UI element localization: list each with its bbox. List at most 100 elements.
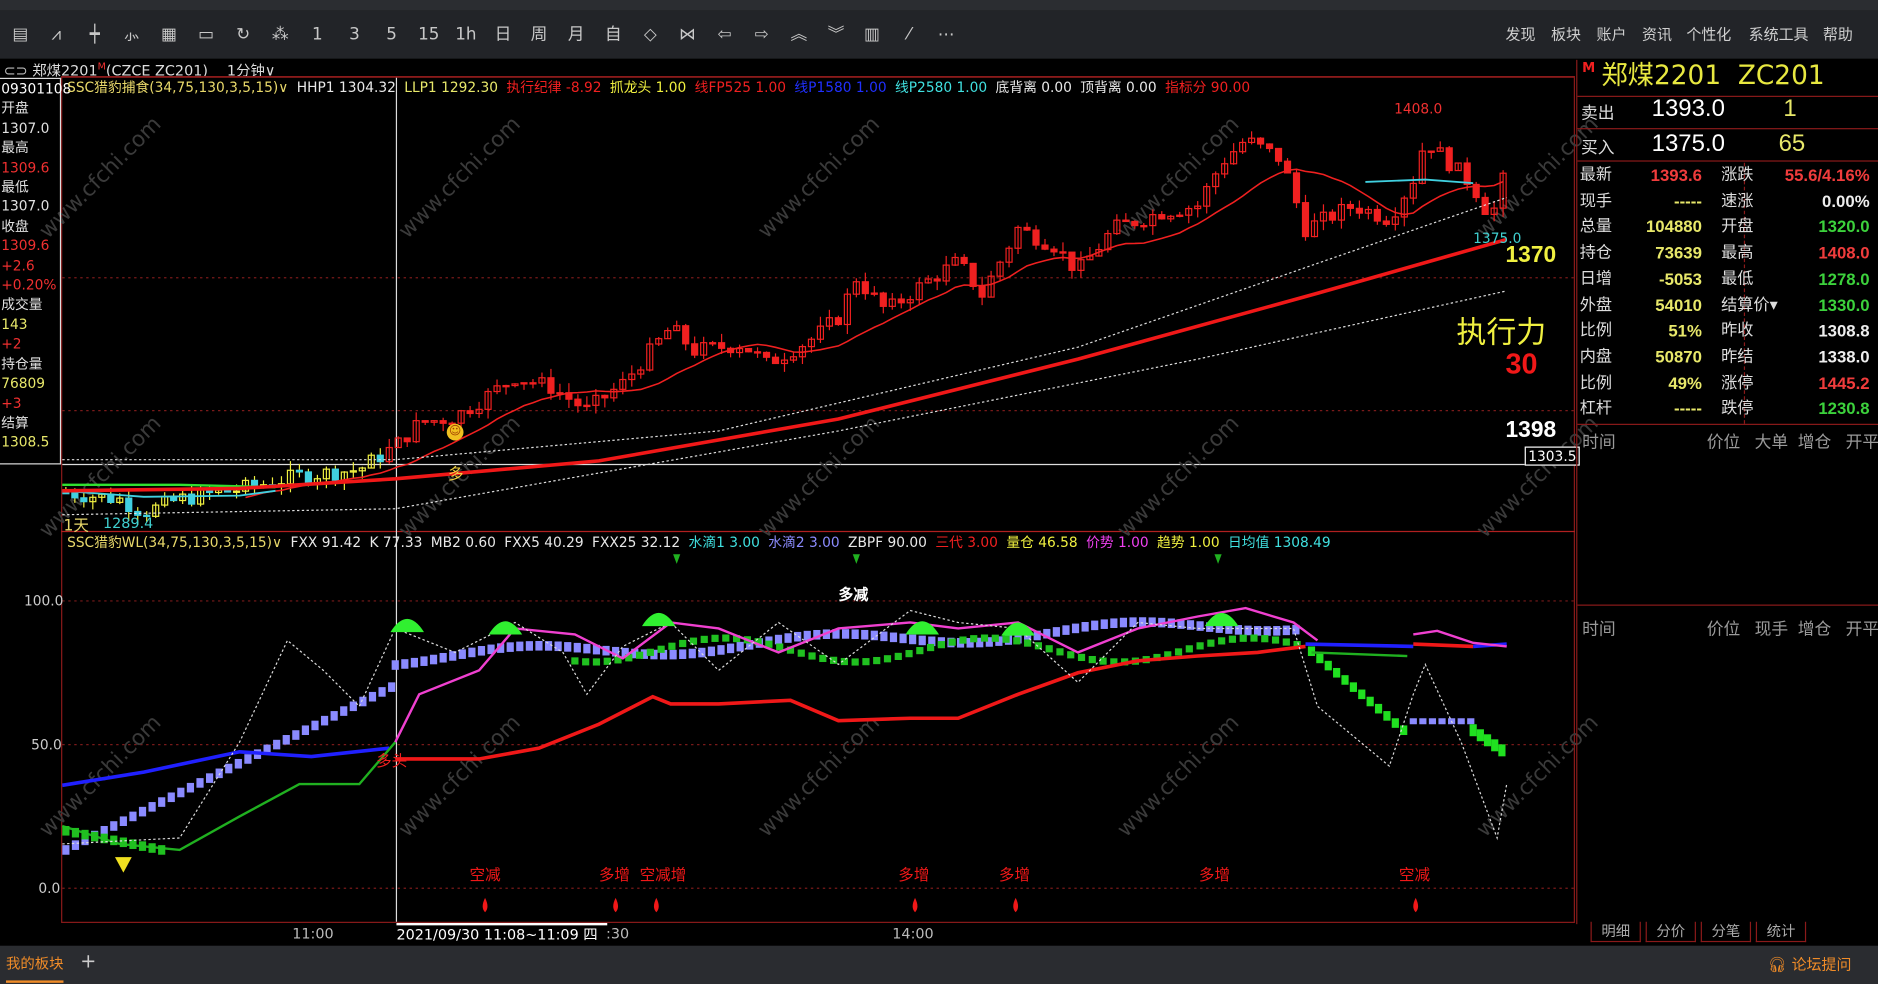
ladder-bar — [71, 840, 80, 850]
cursor-info-line: 09301108 — [1, 80, 72, 97]
candle — [691, 343, 699, 356]
ladder-bar — [458, 649, 466, 659]
green-bar — [635, 651, 644, 659]
tab-2[interactable]: 分笔 — [1700, 921, 1752, 943]
candle — [1346, 203, 1354, 209]
signal-label: 多增 — [998, 866, 1031, 885]
ladder-bar — [707, 646, 716, 657]
bottom-bar: 我的板块 + 🎧︎ 论坛提问 — [0, 945, 1878, 984]
ladder-bar — [774, 634, 783, 645]
quote-row-value: 73639 — [1655, 243, 1702, 263]
list-header-4[interactable]: 开平 — [1846, 617, 1878, 641]
quote-row-label: 涨跌 — [1721, 165, 1754, 185]
ladder-bar — [698, 647, 706, 658]
ladder-bar — [1100, 619, 1108, 629]
quote-row: 现手 ----- 速涨 0.00% — [1580, 189, 1877, 215]
list-header-2[interactable]: 现手 — [1755, 617, 1789, 641]
list-header-1[interactable]: 价位 — [1707, 430, 1741, 454]
green-bar — [1498, 744, 1506, 757]
signal-label: 多增 — [1198, 866, 1231, 885]
candle — [601, 394, 609, 399]
ladder-bar — [244, 754, 252, 764]
quote-row-value: ----- — [1674, 191, 1702, 211]
green-bar — [1341, 675, 1349, 685]
green-bar — [937, 641, 945, 649]
y-tick-0: 0.0 — [38, 879, 61, 897]
green-bar — [110, 835, 118, 846]
green-bar — [1316, 653, 1324, 664]
candle — [834, 317, 842, 326]
quote-row-label[interactable]: 结算价▾ — [1721, 293, 1778, 319]
ladder-bar — [1196, 621, 1204, 631]
tab-0[interactable]: 明细 — [1590, 921, 1641, 943]
watermark: www.cfchi.com — [753, 112, 885, 244]
list-header-3[interactable]: 增仓 — [1798, 430, 1832, 454]
quote-row-value: 1338.0 — [1818, 347, 1870, 367]
main_indicator-value: 线P2580 1.00 — [894, 79, 988, 96]
tab-3[interactable]: 统计 — [1755, 921, 1807, 943]
green-drop-icon — [673, 554, 681, 564]
cursor-info-line: 1309.6 — [1, 237, 50, 255]
quote-row: 外盘 54010 结算价▾ 1330.0 — [1580, 293, 1877, 319]
main_indicator-value: 指标分 90.00 — [1165, 79, 1251, 96]
green-bar — [1099, 657, 1107, 665]
cursor-info-line: +2 — [1, 335, 22, 353]
green-bar — [62, 825, 70, 836]
tab-1[interactable]: 分价 — [1645, 921, 1696, 943]
forum-button[interactable]: 🎧︎ 论坛提问 — [1768, 952, 1852, 975]
green-bar — [1366, 696, 1374, 707]
candle — [1059, 251, 1067, 254]
green-bar — [862, 658, 870, 666]
my-sector-tab[interactable]: 我的板块 — [5, 953, 64, 983]
green-bar — [1483, 734, 1492, 747]
day-value: 1289.4 — [103, 514, 154, 532]
green-bar — [81, 829, 89, 840]
candle — [1023, 226, 1031, 231]
quote-row-value: 0.00% — [1822, 191, 1870, 211]
sub_indicator-value: 水滴1 3.00 — [688, 533, 760, 551]
candle — [125, 497, 133, 513]
quote-row-value: 51% — [1668, 321, 1702, 341]
green-bar — [851, 658, 859, 666]
ladder-bar — [311, 720, 319, 731]
cursor-info-line: 收盘 — [1, 217, 29, 235]
main-indicator-header: SSC猎豹捕食(34,75,130,3,5,15)∨ HHP1 1304.32 LL… — [67, 79, 1259, 96]
cursor-info-line: 76809 — [1, 374, 46, 392]
ladder-bar — [1091, 620, 1099, 631]
list-header-4[interactable]: 开平 — [1846, 430, 1878, 454]
ladder-bar — [880, 631, 888, 642]
candle — [1068, 251, 1076, 271]
quote-row-value: 55.6/4.16% — [1784, 165, 1870, 185]
candle — [295, 469, 304, 473]
quote-row-value: 1408.0 — [1818, 243, 1870, 263]
ladder-bar — [234, 758, 242, 769]
ladder-bar — [1139, 617, 1147, 627]
green-bar — [1077, 653, 1086, 662]
list-header-0[interactable]: 时间 — [1582, 617, 1616, 641]
sub_indicator-name[interactable]: SSC猎豹WL(34,75,130,3,5,15)∨ — [67, 534, 282, 551]
sub_indicator-value: ZBPF 90.00 — [848, 533, 927, 551]
list-header-3[interactable]: 增仓 — [1798, 617, 1832, 641]
candle — [223, 489, 232, 493]
ladder-bar — [1052, 627, 1060, 637]
list-header-1[interactable]: 价位 — [1707, 617, 1741, 641]
ask-label: 卖出 — [1580, 104, 1615, 124]
ladder-bar — [535, 640, 543, 651]
list-header-2[interactable]: 大单 — [1755, 430, 1789, 454]
quote-row-value: 1330.0 — [1818, 295, 1870, 315]
red-drop-icon — [482, 897, 488, 913]
lower-band — [62, 290, 1507, 516]
forum-label: 论坛提问 — [1791, 955, 1852, 974]
ladder-bar — [1071, 623, 1080, 634]
quote-row: 杠杆 ----- 跌停 1230.8 — [1580, 397, 1877, 423]
add-sector-button[interactable]: + — [80, 949, 96, 972]
candle — [709, 342, 717, 345]
red-drop-icon — [613, 897, 619, 913]
list-header-0[interactable]: 时间 — [1582, 430, 1616, 454]
ladder-bar — [554, 641, 562, 652]
main_indicator-value: 顶背离 0.00 — [1080, 79, 1157, 96]
quote-row-label: 持仓 — [1579, 243, 1613, 263]
quote-row-label: 昨收 — [1721, 321, 1754, 341]
green-bar — [797, 649, 805, 657]
main_indicator-name[interactable]: SSC猎豹捕食(34,75,130,3,5,15)∨ — [67, 79, 288, 96]
